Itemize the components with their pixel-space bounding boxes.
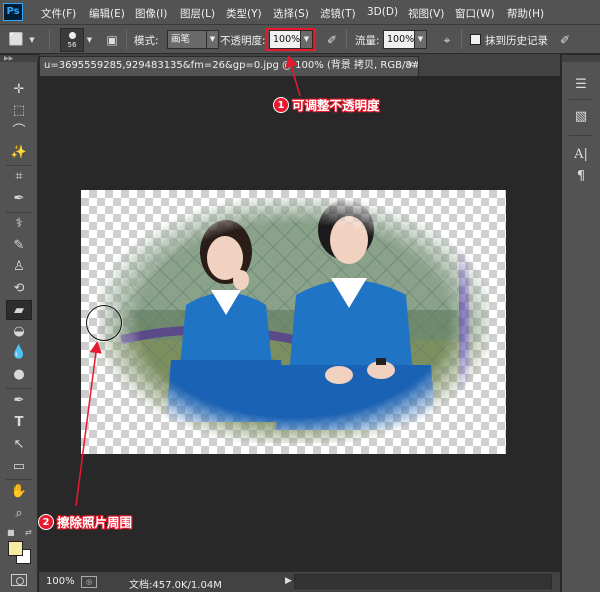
tools-panel: ▶▶ ✛ ⬚ ⌒ ✨ ⌗ ✒ ⚕ ✎ ♙ ⟲ ▰ ◒ 💧 ● ✒ T ↖ ▭ ✋… [0, 55, 38, 592]
menu-type[interactable]: 类型(Y) [226, 6, 262, 21]
rectangle-tool-icon[interactable]: ▭ [6, 457, 32, 477]
status-bar: 100% ◎ 文档:457.0K/1.04M ▶ [39, 571, 560, 592]
eraser-brush-cursor [86, 305, 122, 341]
dodge-tool-icon[interactable]: ● [6, 365, 32, 385]
airbrush-icon[interactable]: ⌖ [439, 32, 455, 48]
annotation-opacity: 1 可调整不透明度 [273, 95, 380, 114]
mode-dropdown-icon[interactable]: ▼ [206, 30, 219, 49]
photo-content [81, 190, 506, 454]
brush-size-value: 56 [67, 41, 77, 49]
erase-history-label: 抹到历史记录 [485, 35, 548, 47]
flow-input[interactable]: 100% [383, 30, 415, 49]
annotation-number: 2 [38, 513, 54, 530]
menu-filter[interactable]: 滤镜(T) [320, 6, 356, 21]
menu-layer[interactable]: 图层(L) [180, 6, 215, 21]
right-panel-dock: ☰ ▧ A| ¶ [561, 55, 600, 592]
swap-colors-icon[interactable]: ⇄ [25, 529, 32, 537]
document-tab-bar: u=3695559285,929483135&fm=26&gp=0.jpg @ … [39, 54, 560, 76]
flow-label: 流量: [355, 35, 380, 47]
magic-wand-tool-icon[interactable]: ✨ [6, 143, 32, 163]
panel-separator [569, 99, 593, 100]
brush-tool-icon[interactable]: ✎ [6, 236, 32, 256]
clone-stamp-tool-icon[interactable]: ♙ [6, 257, 32, 277]
blur-tool-icon[interactable]: 💧 [6, 343, 32, 363]
brush-size-picker[interactable]: 56 [60, 28, 84, 52]
history-panel-icon[interactable]: ☰ [571, 75, 591, 95]
default-colors-icon[interactable]: ■ [7, 529, 15, 537]
tool-separator [6, 212, 32, 213]
move-tool-icon[interactable]: ✛ [6, 80, 32, 100]
zoom-level[interactable]: 100% [46, 576, 75, 587]
document-canvas[interactable] [81, 190, 506, 454]
menu-view[interactable]: 视图(V) [408, 6, 444, 21]
foreground-color-swatch[interactable] [8, 541, 23, 556]
zoom-tool-icon[interactable]: ⌕ [6, 504, 32, 524]
character-panel-icon[interactable]: A| [571, 145, 591, 165]
history-brush-tool-icon[interactable]: ⟲ [6, 279, 32, 299]
healing-brush-tool-icon[interactable]: ⚕ [6, 214, 32, 234]
marquee-tool-icon[interactable]: ⬚ [6, 101, 32, 121]
menu-window[interactable]: 窗口(W) [455, 6, 495, 21]
menu-file[interactable]: 文件(F) [41, 6, 76, 21]
separator [346, 29, 347, 50]
preset-dropdown-icon[interactable]: ▼ [27, 32, 37, 48]
brush-tip-icon [68, 32, 76, 39]
menu-image[interactable]: 图像(I) [135, 6, 167, 21]
path-selection-tool-icon[interactable]: ↖ [6, 435, 32, 455]
eraser-preset-icon[interactable]: ⬜ [6, 31, 26, 47]
separator [126, 29, 127, 50]
pen-tool-icon[interactable]: ✒ [6, 391, 32, 411]
erase-history-checkbox[interactable] [470, 34, 481, 45]
menu-edit[interactable]: 编辑(E) [89, 6, 125, 21]
annotation-label: 擦除照片周围 [57, 515, 133, 530]
mode-select[interactable]: 画笔 [167, 30, 207, 49]
status-preview-icon[interactable]: ◎ [81, 576, 97, 588]
lasso-tool-icon[interactable]: ⌒ [6, 122, 32, 142]
layers-panel-icon[interactable]: ▧ [571, 107, 591, 127]
panel-separator [569, 135, 593, 136]
eyedropper-tool-icon[interactable]: ✒ [6, 189, 32, 209]
pressure-opacity-icon[interactable]: ✐ [324, 32, 340, 48]
annotation-erase: 2 擦除照片周围 [38, 512, 132, 531]
annotation-label: 可调整不透明度 [292, 98, 380, 113]
quick-mask-icon[interactable] [11, 574, 27, 586]
paragraph-panel-icon[interactable]: ¶ [571, 167, 591, 187]
close-tab-icon[interactable]: × [407, 60, 415, 70]
crop-tool-icon[interactable]: ⌗ [6, 167, 32, 187]
photoshop-logo: Ps [3, 3, 23, 21]
tool-separator [6, 388, 32, 389]
panel-grip[interactable]: ▶▶ [0, 55, 38, 62]
menu-help[interactable]: 帮助(H) [507, 6, 544, 21]
type-tool-icon[interactable]: T [6, 413, 32, 433]
opacity-label: 不透明度: [220, 35, 266, 47]
menu-bar: Ps 文件(F) 编辑(E) 图像(I) 图层(L) 类型(Y) 选择(S) 滤… [0, 0, 600, 25]
document-tab[interactable]: u=3695559285,929483135&fm=26&gp=0.jpg @ … [39, 56, 419, 76]
status-menu-arrow-icon[interactable]: ▶ [285, 576, 292, 586]
mode-label: 模式: [134, 35, 159, 47]
pressure-size-icon[interactable]: ✐ [557, 32, 573, 48]
horizontal-scrollbar[interactable] [294, 574, 552, 589]
menu-select[interactable]: 选择(S) [273, 6, 309, 21]
tool-separator [6, 479, 32, 480]
paint-bucket-tool-icon[interactable]: ◒ [6, 322, 32, 342]
document-size: 文档:457.0K/1.04M [129, 580, 222, 591]
flow-slider-icon[interactable]: ▼ [414, 30, 427, 49]
brush-panel-toggle-icon[interactable]: ▣ [104, 32, 120, 48]
annotation-number: 1 [273, 96, 289, 113]
panel-grip[interactable] [562, 55, 600, 62]
tool-separator [6, 165, 32, 166]
photo-layer [81, 190, 506, 454]
opacity-highlight-box [266, 28, 316, 51]
hand-tool-icon[interactable]: ✋ [6, 482, 32, 502]
separator [461, 29, 462, 50]
brush-dropdown-icon[interactable]: ▼ [85, 32, 94, 48]
menu-3d[interactable]: 3D(D) [367, 6, 398, 18]
eraser-tool-icon[interactable]: ▰ [6, 300, 32, 320]
separator [49, 29, 50, 50]
